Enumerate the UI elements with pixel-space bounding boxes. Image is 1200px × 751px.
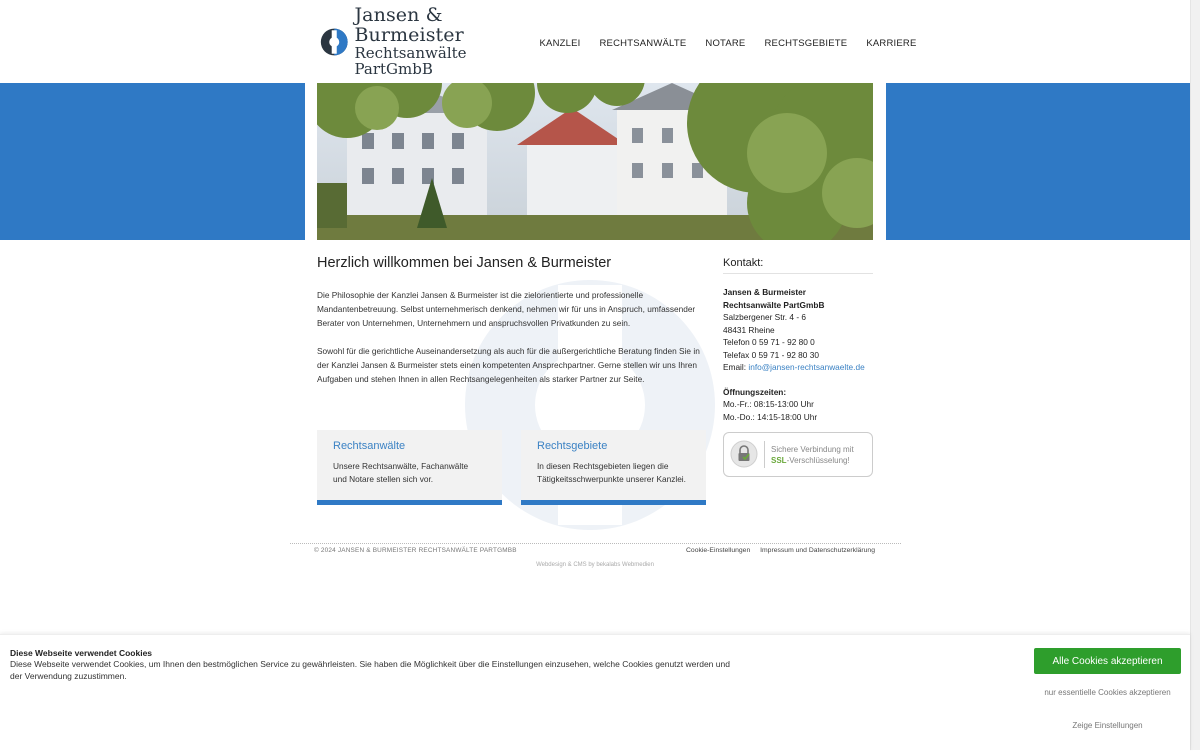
card-title[interactable]: Rechtsgebiete	[537, 440, 607, 452]
contact-sidebar: Kontakt: Jansen & Burmeister Rechtsanwäl…	[723, 257, 873, 423]
page-title: Herzlich willkommen bei Jansen & Burmeis…	[317, 255, 612, 271]
page-scrollbar[interactable]	[1190, 0, 1200, 750]
card-rechtsanwaelte[interactable]: Rechtsanwälte Unsere Rechtsanwälte, Fach…	[317, 430, 502, 505]
ssl-line-2-rest: -Verschlüsselung!	[786, 456, 850, 465]
footer-copyright: © 2024 JANSEN & BURMEISTER RECHTSANWÄLTE…	[314, 547, 517, 554]
card-title[interactable]: Rechtsanwälte	[333, 440, 405, 452]
nav-item-karriere[interactable]: KARRIERE	[866, 38, 916, 49]
ssl-line-1: Sichere Verbindung mit	[771, 445, 854, 454]
ssl-badge: Sichere Verbindung mit SSL-Verschlüsselu…	[723, 432, 873, 477]
contact-email-label: Email:	[723, 362, 749, 372]
ssl-divider	[764, 441, 765, 468]
hours-line-2: Mo.-Do.: 14:15-18:00 Uhr	[723, 411, 818, 422]
card-text: Unsere Rechtsanwälte, Fachanwälte und No…	[333, 461, 469, 484]
accept-essential-cookies-button[interactable]: nur essentielle Cookies akzeptieren	[1036, 688, 1179, 697]
contact-fax: Telefax 0 59 71 - 92 80 30	[723, 349, 819, 360]
ssl-line-2: SSL-Verschlüsselung!	[771, 455, 854, 466]
padlock-icon	[730, 440, 758, 468]
contact-heading: Kontakt:	[723, 257, 873, 274]
nav-item-notare[interactable]: NOTARE	[705, 38, 745, 49]
footer-divider	[290, 543, 901, 544]
cookie-banner: Diese Webseite verwendet Cookies Diese W…	[0, 634, 1190, 751]
site-logo[interactable]: Jansen & Burmeister Rechtsanwälte PartGm…	[320, 5, 525, 77]
logo-name-line2: Rechtsanwälte PartGmbB	[354, 44, 467, 78]
card-text: In diesen Rechtsgebieten liegen die Täti…	[537, 461, 686, 484]
logo-name-line1: Jansen & Burmeister	[354, 4, 464, 47]
intro-paragraph-1: Die Philosophie der Kanzlei Jansen & Bur…	[317, 290, 696, 328]
contact-street: Salzbergener Str. 4 - 6	[723, 312, 807, 322]
footer-link-cookie-settings[interactable]: Cookie-Einstellungen	[686, 547, 750, 554]
footer-link-imprint[interactable]: Impressum und Datenschutzerklärung	[760, 547, 875, 554]
main-nav: KANZLEI RECHTSANWÄLTE NOTARE RECHTSGEBIE…	[530, 38, 926, 49]
site-header: Jansen & Burmeister Rechtsanwälte PartGm…	[0, 0, 1190, 83]
main-content: Herzlich willkommen bei Jansen & Burmeis…	[317, 255, 710, 400]
contact-city: 48431 Rheine	[723, 324, 775, 335]
show-cookie-settings-button[interactable]: Zeige Einstellungen	[1036, 721, 1179, 730]
footer-links: Cookie-Einstellungen Impressum und Daten…	[686, 547, 883, 554]
contact-firm-line2: Rechtsanwälte PartGmbB	[723, 299, 825, 310]
logo-mark-icon	[320, 28, 348, 56]
contact-phone: Telefon 0 59 71 - 92 80 0	[723, 337, 815, 347]
contact-email-link[interactable]: info@jansen-rechtsanwaelte.de	[748, 362, 864, 372]
contact-firm-line1: Jansen & Burmeister	[723, 287, 807, 297]
banner-image	[317, 83, 873, 240]
intro-paragraph-2: Sowohl für die gerichtliche Auseinanders…	[317, 346, 700, 384]
ssl-text: Sichere Verbindung mit SSL-Verschlüsselu…	[771, 444, 854, 466]
ssl-label: SSL	[771, 456, 787, 465]
contact-email-row: Email: info@jansen-rechtsanwaelte.de	[723, 361, 873, 374]
accept-all-cookies-button[interactable]: Alle Cookies akzeptieren	[1034, 648, 1181, 674]
logo-text: Jansen & Burmeister Rechtsanwälte PartGm…	[354, 4, 525, 78]
nav-item-kanzlei[interactable]: KANZLEI	[540, 38, 581, 49]
nav-item-rechtsgebiete[interactable]: RECHTSGEBIETE	[764, 38, 847, 49]
hours-line-1: Mo.-Fr.: 08:15-13:00 Uhr	[723, 399, 814, 409]
cookie-title: Diese Webseite verwendet Cookies	[10, 648, 153, 658]
nav-item-rechtsanwaelte[interactable]: RECHTSANWÄLTE	[600, 38, 687, 49]
cookie-text: Diese Webseite verwendet Cookies, um Ihn…	[10, 659, 730, 681]
hours-heading: Öffnungszeiten:	[723, 386, 787, 397]
footer-credit[interactable]: Webdesign & CMS by bekalabs Webmedien	[0, 562, 1190, 568]
card-rechtsgebiete[interactable]: Rechtsgebiete In diesen Rechtsgebieten l…	[521, 430, 706, 505]
